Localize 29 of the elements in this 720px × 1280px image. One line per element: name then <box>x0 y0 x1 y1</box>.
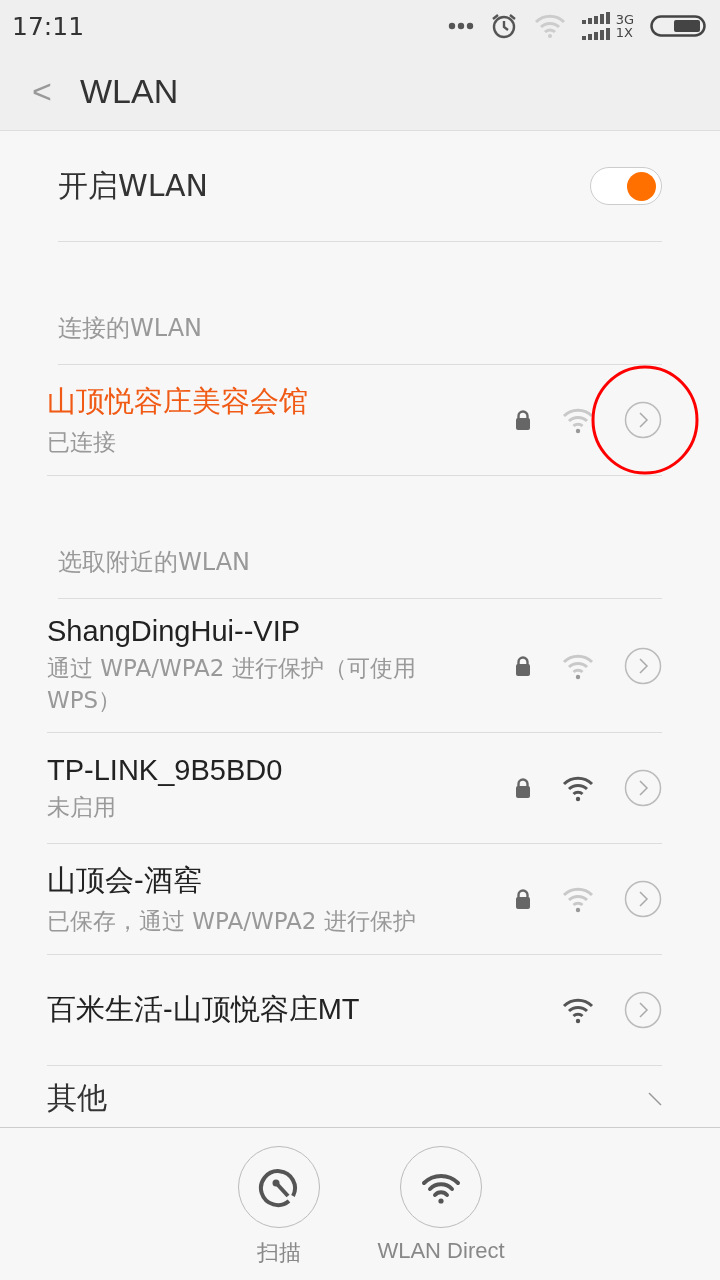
wlan-switch[interactable] <box>590 167 662 205</box>
network-type: 3G <box>615 13 634 26</box>
other-networks-item[interactable]: 其他 <box>47 1080 107 1117</box>
details-button[interactable] <box>624 769 662 808</box>
network-status: 未启用 <box>47 792 117 822</box>
network-name[interactable]: ShangDingHui--VIP <box>47 615 487 648</box>
button-label: WLAN Direct <box>377 1238 505 1264</box>
status-time: 17:11 <box>12 11 85 41</box>
network-type: 1X <box>615 26 634 39</box>
network-name[interactable]: 山顶会-酒窖 <box>47 861 487 902</box>
details-button[interactable] <box>624 646 662 685</box>
wifi-icon <box>533 13 566 39</box>
network-name[interactable]: TP-LINK_9B5BD0 <box>47 753 487 787</box>
details-button[interactable] <box>624 880 662 919</box>
details-button[interactable] <box>624 401 662 439</box>
battery-icon <box>650 15 706 37</box>
network-status: 通过 WPA/WPA2 进行保护（可使用 WPS） <box>47 654 417 716</box>
more-icon <box>447 22 474 30</box>
network-status: 已保存，通过 WPA/WPA2 进行保护 <box>47 907 417 937</box>
network-status: 已连接 <box>47 427 117 457</box>
section-title: 选取附近的WLAN <box>58 547 251 578</box>
chevron-icon <box>648 1092 662 1107</box>
details-button[interactable] <box>624 991 662 1030</box>
section-title: 连接的WLAN <box>58 313 203 344</box>
button-label: 扫描 <box>257 1239 301 1267</box>
toggle-label: 开启WLAN <box>58 166 209 205</box>
signal-icon <box>581 12 612 40</box>
page-title: WLAN <box>80 71 179 111</box>
network-name[interactable]: 百米生活-山顶悦容庄MT <box>47 990 487 1031</box>
